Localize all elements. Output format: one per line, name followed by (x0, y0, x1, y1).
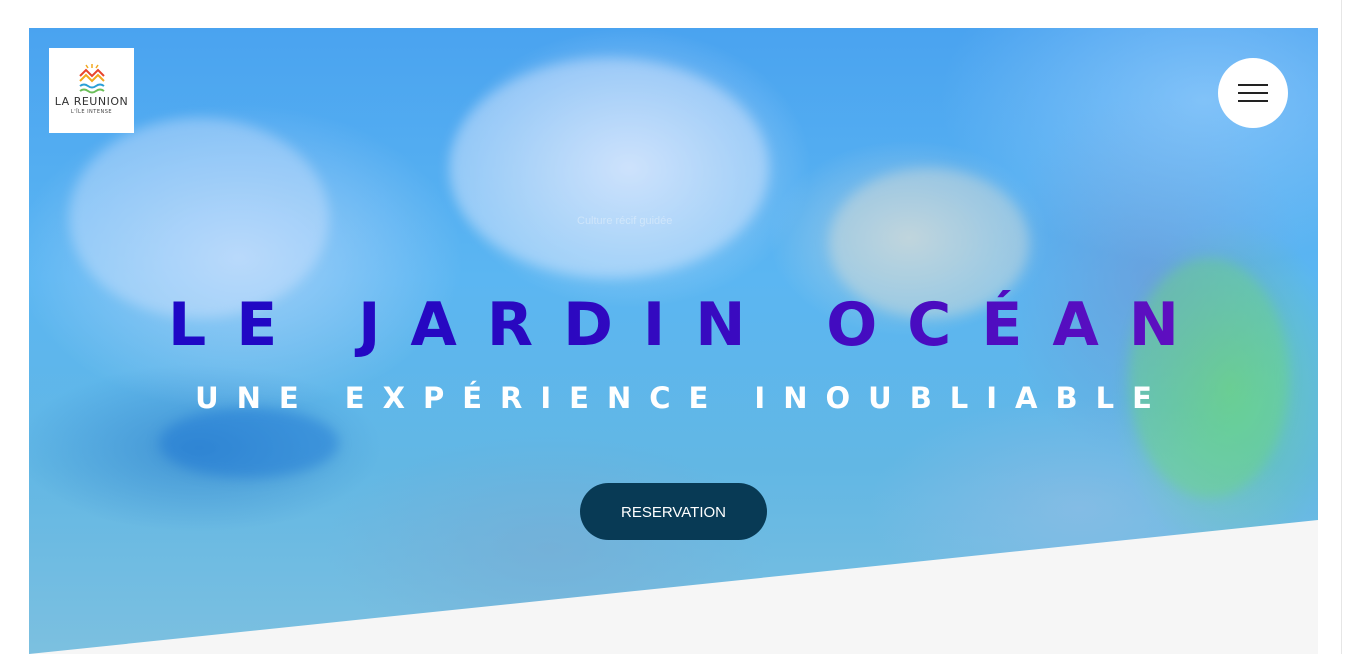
page-scrollbar[interactable] (1341, 0, 1350, 654)
page: Culture récif guidée LA REUNION L'ÎLE IN… (0, 0, 1350, 654)
logo-name: LA REUNION (54, 95, 129, 108)
hero-banner: Culture récif guidée LA REUNION L'ÎLE IN… (29, 28, 1318, 654)
logo-mountain-icon (79, 64, 105, 94)
reservation-button[interactable]: RESERVATION (580, 483, 767, 540)
hero-title: LE JARDIN OCÉAN (29, 290, 1318, 360)
menu-button[interactable] (1218, 58, 1288, 128)
site-logo[interactable]: LA REUNION L'ÎLE INTENSE (49, 48, 134, 133)
logo-tagline: L'ÎLE INTENSE (70, 109, 113, 115)
hero-subtitle: UNE EXPÉRIENCE INOUBLIABLE (195, 381, 1170, 415)
